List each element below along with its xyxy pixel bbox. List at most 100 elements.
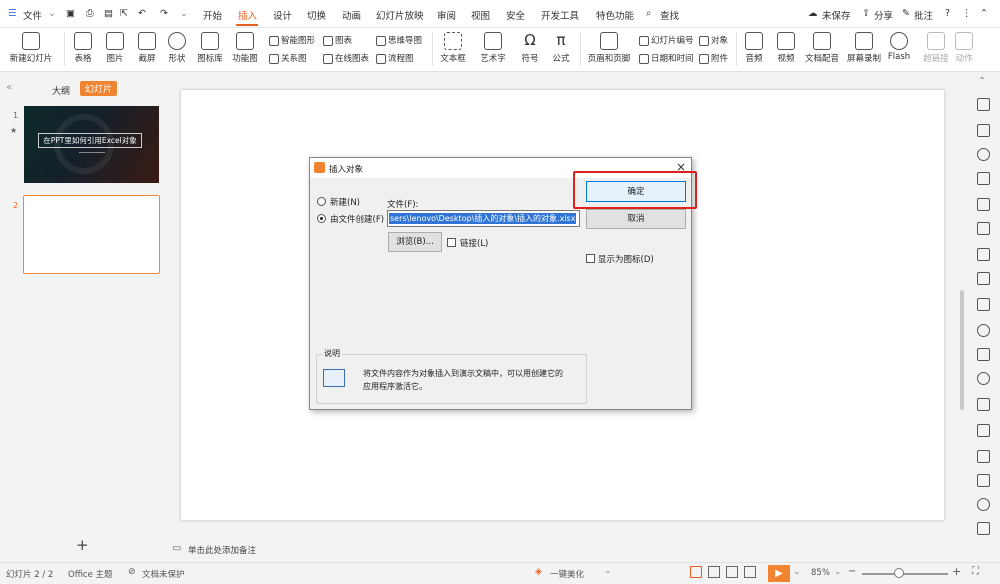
bar-chart-icon[interactable]: [977, 450, 990, 463]
table-icon[interactable]: [977, 474, 990, 487]
comment-icon[interactable]: ✎: [902, 8, 910, 19]
share-button[interactable]: 分享: [874, 8, 893, 22]
relation-chart-button[interactable]: 关系图: [269, 52, 307, 64]
chevron-down-icon[interactable]: ⌄: [834, 567, 842, 577]
tab-view[interactable]: 视图: [471, 8, 490, 22]
zoom-slider-track[interactable]: [862, 573, 948, 575]
normal-view-icon[interactable]: [690, 566, 702, 578]
picture-button[interactable]: 图片: [102, 32, 128, 64]
screen-record-button[interactable]: 屏幕录制: [845, 32, 883, 64]
zoom-out-icon[interactable]: −: [848, 566, 856, 577]
slide-thumbnail-1[interactable]: 在PPT里如何引用Excel对象: [24, 106, 159, 183]
chevron-down-icon[interactable]: ⌄: [793, 567, 801, 577]
flowchart-button[interactable]: 流程图: [376, 52, 414, 64]
puzzle-icon[interactable]: [977, 424, 990, 437]
grid-icon[interactable]: [977, 398, 990, 411]
protect-status[interactable]: 文档未保护: [142, 568, 185, 580]
browse-button[interactable]: 浏览(B)...: [388, 232, 442, 252]
video-button[interactable]: 视频: [772, 32, 800, 64]
radio-new[interactable]: [317, 197, 326, 206]
tab-home[interactable]: 开始: [203, 8, 222, 22]
more-icon[interactable]: ⋮: [962, 8, 972, 19]
tab-review[interactable]: 审阅: [437, 8, 456, 22]
export-icon[interactable]: ⇱: [120, 8, 128, 19]
zoom-slider-handle[interactable]: [894, 568, 904, 578]
print-preview-icon[interactable]: ▤: [104, 8, 113, 19]
tab-insert[interactable]: 插入: [238, 8, 257, 22]
zoom-in-icon[interactable]: +: [952, 565, 961, 578]
undo-icon[interactable]: ↶: [138, 8, 146, 19]
file-menu[interactable]: 文件: [23, 8, 42, 22]
show-icon-label[interactable]: 显示为图标(D): [598, 253, 654, 265]
narration-button[interactable]: 文档配音: [804, 32, 840, 64]
notes-view-icon[interactable]: [744, 566, 756, 578]
new-slide-button[interactable]: 新建幻灯片: [6, 32, 56, 64]
more-icon[interactable]: [977, 522, 990, 535]
location-icon[interactable]: [977, 498, 990, 511]
search-icon[interactable]: ⌕: [646, 8, 651, 19]
redo-icon[interactable]: ↷: [160, 8, 168, 19]
object-button[interactable]: 对象: [699, 34, 728, 46]
cancel-button[interactable]: 取消: [586, 209, 686, 229]
flash-button[interactable]: Flash: [886, 32, 912, 62]
brush-icon[interactable]: [977, 198, 990, 211]
tab-animation[interactable]: 动画: [342, 8, 361, 22]
tab-outline[interactable]: 大纲: [52, 84, 70, 97]
link-label[interactable]: 链接(L): [460, 237, 488, 249]
export-icon[interactable]: [977, 222, 990, 235]
tab-special[interactable]: 特色功能: [596, 8, 634, 22]
show-icon-checkbox[interactable]: [586, 254, 595, 263]
online-chart-button[interactable]: 在线图表: [323, 52, 369, 64]
radio-new-label[interactable]: 新建(N): [330, 196, 360, 208]
box-icon[interactable]: [977, 248, 990, 261]
comment-button[interactable]: 批注: [914, 8, 933, 22]
icon-library-button[interactable]: 图标库: [196, 32, 224, 64]
check-circle-icon[interactable]: [977, 324, 990, 337]
collapse-icon[interactable]: ⌃: [978, 76, 986, 87]
chart-button[interactable]: 图表: [323, 34, 352, 46]
radio-from-file[interactable]: [317, 214, 326, 223]
textbox-button[interactable]: 文本框: [436, 32, 470, 64]
datetime-button[interactable]: 日期和时间: [639, 52, 694, 64]
fit-window-icon[interactable]: ⛶: [972, 566, 979, 577]
screenshot-button[interactable]: 截屏: [134, 32, 160, 64]
tab-slides[interactable]: 幻灯片: [80, 81, 118, 96]
chevron-down-icon[interactable]: ⌄: [48, 8, 56, 19]
mindmap-button[interactable]: 思维导图: [376, 34, 422, 46]
file-path-input[interactable]: sers\lenovo\Desktop\插入的对象\插入的对象.xlsx: [387, 210, 580, 227]
action-button[interactable]: 动作: [952, 32, 976, 64]
audio-button[interactable]: 音频: [740, 32, 768, 64]
image-icon[interactable]: [977, 272, 990, 285]
slide-number-button[interactable]: 幻灯片编号: [639, 34, 694, 46]
share-icon[interactable]: ⇪: [862, 8, 870, 19]
sorter-view-icon[interactable]: [708, 566, 720, 578]
search-label[interactable]: 查找: [660, 8, 679, 22]
play-slideshow-icon[interactable]: ▶: [768, 565, 790, 582]
tab-transitions[interactable]: 切换: [307, 8, 326, 22]
collapse-ribbon-icon[interactable]: ⌃: [980, 8, 988, 19]
notes-bar[interactable]: ▭ 单击此处添加备注: [172, 539, 967, 561]
notes-placeholder[interactable]: 单击此处添加备注: [188, 544, 256, 556]
customize-icon[interactable]: ⌄: [180, 8, 188, 19]
shape-icon[interactable]: [977, 148, 990, 161]
unsaved-status[interactable]: 未保存: [822, 8, 851, 22]
symbol-button[interactable]: Ω 符号: [518, 32, 542, 64]
reading-view-icon[interactable]: [726, 566, 738, 578]
tab-developer[interactable]: 开发工具: [541, 8, 579, 22]
attachment-button[interactable]: 附件: [699, 52, 728, 64]
add-slide-button[interactable]: +: [76, 536, 89, 554]
beautify-button[interactable]: 一键美化: [550, 568, 584, 580]
fill-icon[interactable]: [977, 172, 990, 185]
layers-icon[interactable]: [977, 298, 990, 311]
chevron-down-icon[interactable]: ⌄: [604, 566, 612, 576]
print-icon[interactable]: ⎙: [86, 8, 94, 19]
hyperlink-button[interactable]: 超链接: [922, 32, 950, 64]
formula-button[interactable]: π 公式: [549, 32, 573, 64]
shape-button[interactable]: 形状: [164, 32, 190, 64]
tab-design[interactable]: 设计: [273, 8, 292, 22]
zoom-level[interactable]: 85%: [811, 568, 830, 578]
vertical-scrollbar[interactable]: [960, 290, 964, 410]
radio-from-file-label[interactable]: 由文件创建(F): [330, 213, 384, 225]
copy-icon[interactable]: [977, 124, 990, 137]
smart-art-button[interactable]: 智能图形: [269, 34, 315, 46]
